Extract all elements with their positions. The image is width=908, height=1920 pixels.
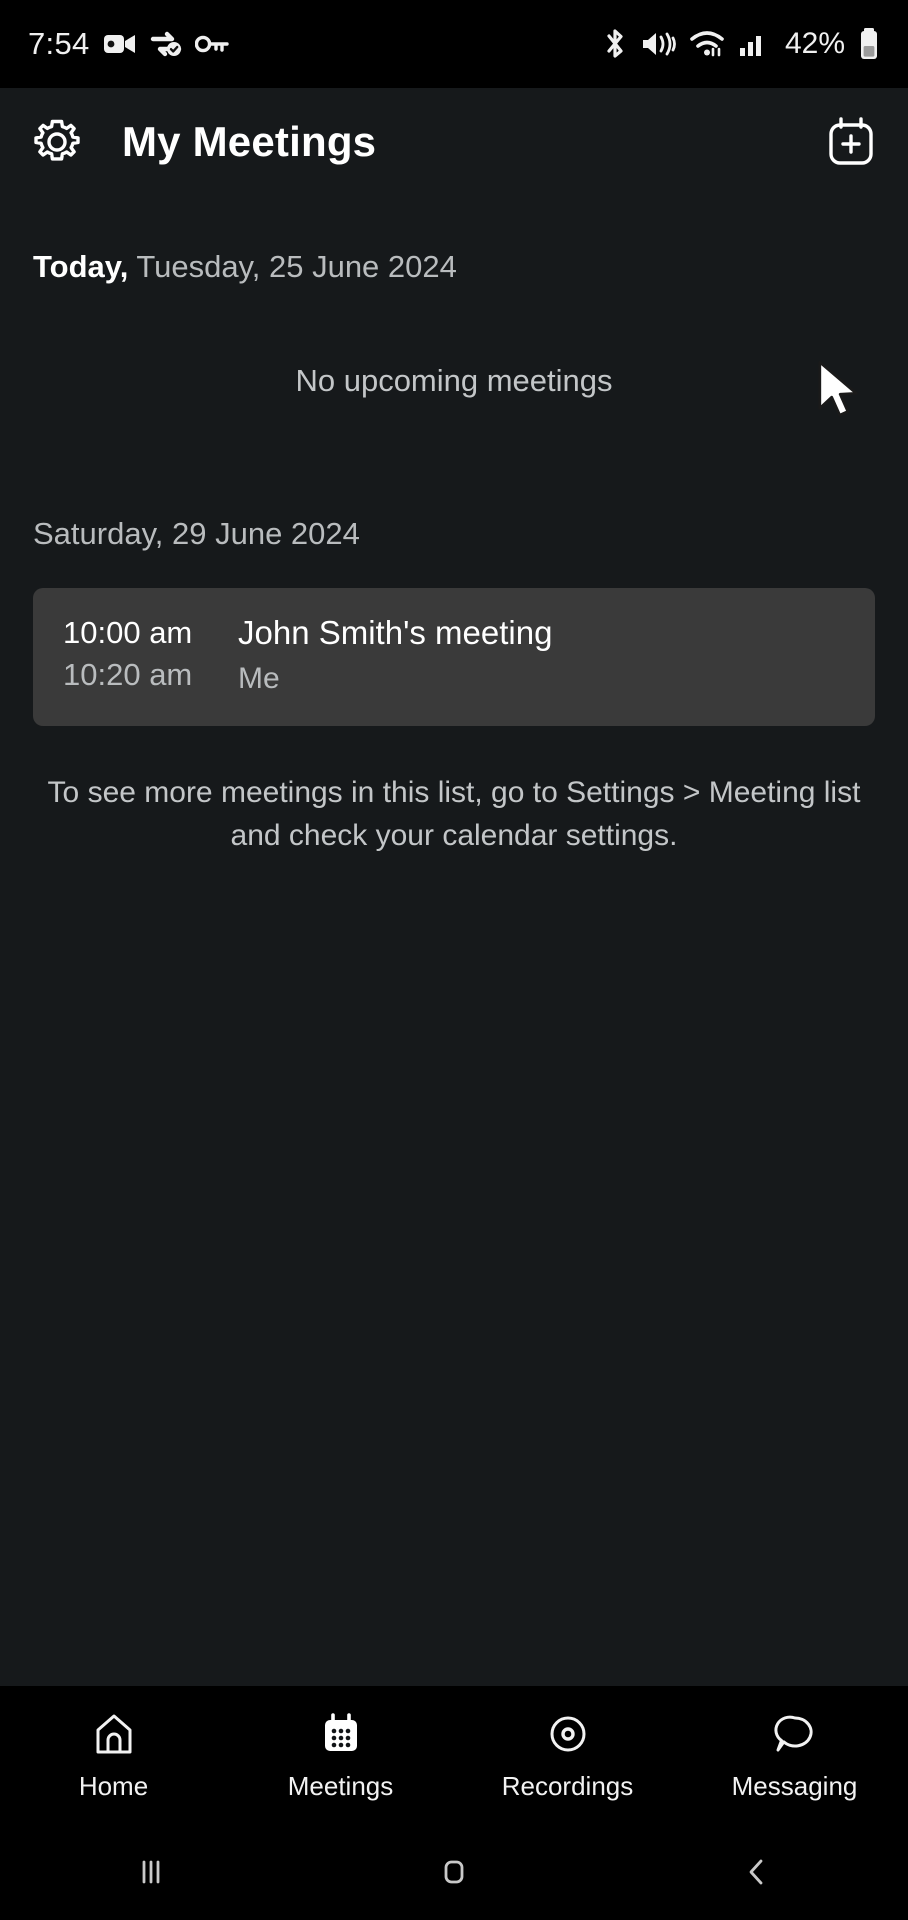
gear-icon: [34, 119, 80, 161]
home-button[interactable]: [394, 1836, 514, 1908]
tab-label-meetings: Meetings: [287, 1771, 394, 1801]
tab-meetings[interactable]: Meetings: [227, 1708, 454, 1802]
today-date: Tuesday, 25 June 2024: [136, 249, 457, 284]
today-header: Today, Tuesday, 25 June 2024: [33, 248, 875, 285]
meeting-list: Today, Tuesday, 25 June 2024 No upcoming …: [0, 196, 908, 1686]
tab-home[interactable]: Home: [0, 1708, 227, 1802]
calendar-plus-icon: [829, 117, 873, 165]
meeting-start-time: 10:00 am: [63, 615, 193, 651]
tab-recordings[interactable]: Recordings: [454, 1708, 681, 1802]
page-title: My Meetings: [122, 118, 377, 165]
meeting-times: 10:00 am 10:20 am: [63, 612, 211, 700]
tab-label-home: Home: [78, 1771, 149, 1801]
meeting-host: Me: [238, 661, 280, 695]
meeting-list-item[interactable]: 10:00 am 10:20 am John Smith's meeting M…: [33, 588, 875, 727]
calendar-settings-hint: To see more meetings in this list, go to…: [47, 776, 861, 852]
meeting-details: John Smith's meeting Me: [238, 612, 552, 700]
battery-icon: [861, 28, 877, 59]
calendar-icon: [317, 1708, 365, 1760]
vpn-sync-icon: [150, 31, 181, 57]
meeting-title: John Smith's meeting: [238, 614, 553, 652]
back-button[interactable]: [697, 1836, 817, 1908]
app-header: My Meetings: [0, 88, 908, 196]
status-bar-clock: 7:54: [28, 26, 90, 61]
tab-label-messaging: Messaging: [731, 1771, 858, 1801]
wifi-icon: [690, 31, 724, 57]
recents-icon: [142, 1860, 160, 1884]
status-bar-right: 42%: [603, 27, 880, 61]
cellular-signal-icon: [739, 36, 761, 56]
mute-vibrate-icon: [642, 32, 676, 56]
home-square-icon: [444, 1860, 464, 1884]
tab-messaging[interactable]: Messaging: [681, 1708, 908, 1802]
battery-percentage: 42%: [784, 27, 845, 60]
system-navigation-bar: [0, 1824, 908, 1920]
settings-button[interactable]: [26, 111, 88, 173]
bluetooth-icon: [607, 29, 623, 58]
tab-label-recordings: Recordings: [501, 1771, 634, 1801]
recents-button[interactable]: [91, 1836, 211, 1908]
video-camera-icon: [103, 35, 135, 53]
empty-state-message: No upcoming meetings: [295, 363, 613, 399]
meeting-end-time: 10:20 am: [63, 656, 193, 692]
status-bar-left: 7:54: [28, 26, 229, 62]
status-bar: 7:54 42%: [0, 0, 908, 88]
back-chevron-icon: [749, 1859, 763, 1885]
bottom-tab-bar: Home Meetings Recordings Messaging: [0, 1686, 908, 1824]
key-icon: [194, 35, 229, 53]
today-label: Today,: [33, 249, 129, 284]
record-circle-icon: [544, 1708, 592, 1760]
add-meeting-button[interactable]: [818, 109, 884, 175]
home-icon: [90, 1708, 138, 1760]
phone-screen: 7:54 42% My Meetings Today, Tuesday, 25 …: [0, 0, 908, 1920]
chat-bubble-icon: [771, 1708, 819, 1760]
section-date-header: Saturday, 29 June 2024: [33, 516, 360, 552]
